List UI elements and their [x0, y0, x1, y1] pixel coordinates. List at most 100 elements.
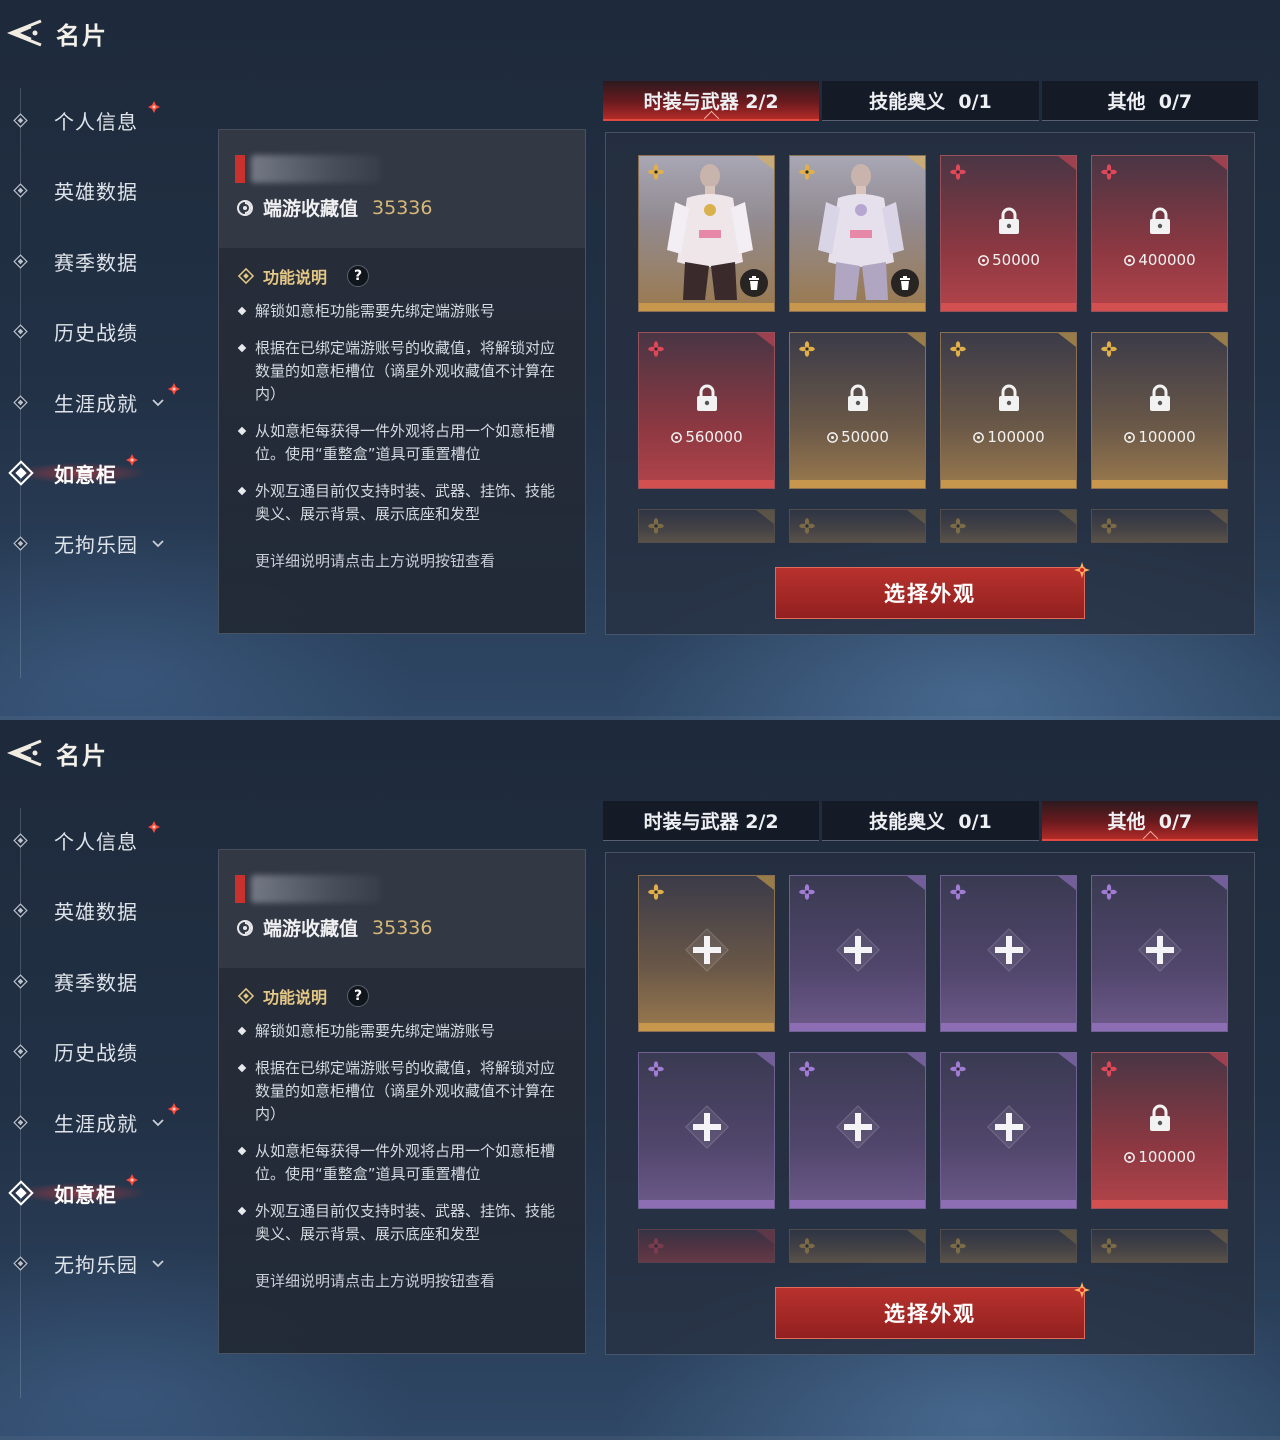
description-item: 解锁如意柜功能需要先绑定端游账号 — [237, 300, 567, 323]
red-dot-icon — [126, 1174, 138, 1186]
slot-corner-tag — [1058, 1053, 1076, 1067]
rarity-icon — [1101, 164, 1117, 180]
tab[interactable]: 其他 0/7 — [1041, 801, 1258, 841]
slot-corner-tag — [756, 156, 774, 170]
nav-bullet — [13, 973, 28, 989]
unlock-price-value: 100000 — [987, 428, 1045, 446]
sidebar-item-label: 生涯成就 — [54, 1111, 138, 1136]
swirl-coin-icon — [1124, 255, 1136, 266]
tab[interactable]: 技能奥义 0/1 — [822, 801, 1039, 841]
tab[interactable]: 其他 0/7 — [1041, 81, 1258, 121]
rarity-icon — [799, 884, 815, 900]
sidebar-item[interactable]: 个人信息 — [0, 820, 210, 860]
wardrobe-slot[interactable] — [1091, 875, 1228, 1032]
wardrobe-slot[interactable]: 100000 — [1091, 1052, 1228, 1209]
unlock-price-value: 100000 — [1138, 1148, 1196, 1166]
help-button[interactable]: ? — [347, 985, 370, 1007]
header: 名片 — [0, 10, 108, 56]
diamond-icon — [8, 1180, 34, 1206]
sidebar-item-label: 个人信息 — [54, 109, 138, 134]
wardrobe-slot[interactable]: 50000 — [940, 155, 1077, 312]
wardrobe-slot[interactable] — [638, 1052, 775, 1209]
wardrobe-slot-partial — [940, 1229, 1077, 1263]
collection-value: 35336 — [372, 916, 433, 939]
delete-button[interactable] — [891, 269, 919, 297]
wardrobe-slot[interactable]: 400000 — [1091, 155, 1228, 312]
info-panel: 端游收藏值 35336 功能说明 ? 解锁如意柜功能需要先绑定端游账号 根据在已绑… — [218, 849, 586, 1354]
plus-icon — [986, 927, 1031, 972]
sidebar-item[interactable]: 无拘乐园 — [0, 1243, 210, 1283]
rarity-bar — [941, 1200, 1076, 1208]
sidebar-item[interactable]: 英雄数据 — [0, 170, 210, 210]
sidebar-item[interactable]: 个人信息 — [0, 100, 210, 140]
wardrobe-grid-panel: 100000 选择外观 — [605, 852, 1255, 1355]
function-desc-row: 功能说明 ? — [237, 264, 370, 288]
sidebar-item[interactable]: 无拘乐园 — [0, 523, 210, 563]
chevron-down-icon — [152, 1260, 164, 1268]
rarity-bar — [941, 1023, 1076, 1031]
sidebar-item-label: 无拘乐园 — [54, 1252, 138, 1277]
sidebar-item[interactable]: 赛季数据 — [0, 961, 210, 1001]
slot-corner-tag — [1209, 1230, 1227, 1244]
nav-bullet — [13, 253, 28, 269]
sidebar-item[interactable]: 英雄数据 — [0, 890, 210, 930]
select-appearance-button[interactable]: 选择外观 — [775, 1282, 1090, 1339]
sidebar-item[interactable]: 赛季数据 — [0, 241, 210, 281]
slot-corner-tag — [907, 333, 925, 347]
collection-row: 端游收藏值 35336 — [235, 914, 432, 941]
trash-icon — [900, 276, 910, 290]
wardrobe-slot[interactable] — [940, 875, 1077, 1032]
rarity-bar — [790, 1023, 925, 1031]
collection-label: 端游收藏值 — [263, 198, 359, 220]
slot-corner-tag — [1209, 156, 1227, 170]
red-dot-icon — [148, 821, 160, 833]
slot-corner-tag — [756, 1230, 774, 1244]
nav-bullet — [13, 112, 28, 128]
diamond-icon — [13, 253, 28, 269]
help-button[interactable]: ? — [347, 265, 370, 287]
swirl-coin-icon — [827, 432, 839, 443]
description-item: 根据在已绑定端游账号的收藏值，将解锁对应数量的如意柜槽位（谪星外观收藏值不计算在… — [237, 1057, 567, 1126]
sidebar-item[interactable]: 生涯成就 — [0, 382, 210, 422]
sidebar-item[interactable]: 历史战绩 — [0, 311, 210, 351]
tab[interactable]: 技能奥义 0/1 — [822, 81, 1039, 121]
wardrobe-grid-panel: 50000 400000 560000 50000 100000 100000 选择外观 — [605, 132, 1255, 635]
back-button[interactable] — [2, 10, 48, 56]
slot-corner-tag — [1058, 510, 1076, 524]
nav-bullet — [13, 902, 28, 918]
delete-button[interactable] — [740, 269, 768, 297]
wardrobe-slot[interactable] — [789, 155, 926, 312]
wardrobe-slot[interactable] — [638, 155, 775, 312]
description-item: 解锁如意柜功能需要先绑定端游账号 — [237, 1020, 567, 1043]
tab-label: 技能奥义 0/1 — [869, 91, 992, 113]
diamond-icon — [13, 535, 28, 551]
description-item: 外观互通目前仅支持时装、武器、挂饰、技能奥义、展示背景、展示底座和发型 — [237, 1200, 567, 1246]
wardrobe-slot[interactable] — [789, 1052, 926, 1209]
sidebar-item[interactable]: 生涯成就 — [0, 1102, 210, 1142]
rarity-bar — [790, 303, 925, 311]
select-appearance-button[interactable]: 选择外观 — [775, 562, 1090, 619]
nav-bullet — [13, 1114, 28, 1130]
sidebar-item[interactable]: 历史战绩 — [0, 1031, 210, 1071]
sidebar-item[interactable]: 如意柜 — [0, 453, 210, 493]
slot-corner-tag — [907, 876, 925, 890]
wardrobe-slot[interactable] — [940, 1052, 1077, 1209]
rarity-icon — [950, 518, 966, 534]
wardrobe-slot[interactable]: 560000 — [638, 332, 775, 489]
tab[interactable]: 时装与武器 2/2 — [603, 801, 820, 841]
wardrobe-slot[interactable] — [638, 875, 775, 1032]
wardrobe-slot[interactable]: 50000 — [789, 332, 926, 489]
back-button[interactable] — [2, 730, 48, 776]
wardrobe-slot[interactable] — [789, 875, 926, 1032]
player-name-blurred — [251, 875, 381, 903]
wardrobe-slot[interactable]: 100000 — [1091, 332, 1228, 489]
sidebar-item[interactable]: 如意柜 — [0, 1173, 210, 1213]
header: 名片 — [0, 730, 108, 776]
tab[interactable]: 时装与武器 2/2 — [603, 81, 820, 121]
description-item: 从如意柜每获得一件外观将占用一个如意柜槽位。使用“重整盒”道具可重置槽位 — [237, 1140, 567, 1186]
slot-corner-tag — [1058, 876, 1076, 890]
wardrobe-slot[interactable]: 100000 — [940, 332, 1077, 489]
sidebar-item-label: 英雄数据 — [54, 899, 138, 924]
swirl-coin-icon — [1124, 432, 1136, 443]
diamond-icon — [13, 112, 28, 128]
